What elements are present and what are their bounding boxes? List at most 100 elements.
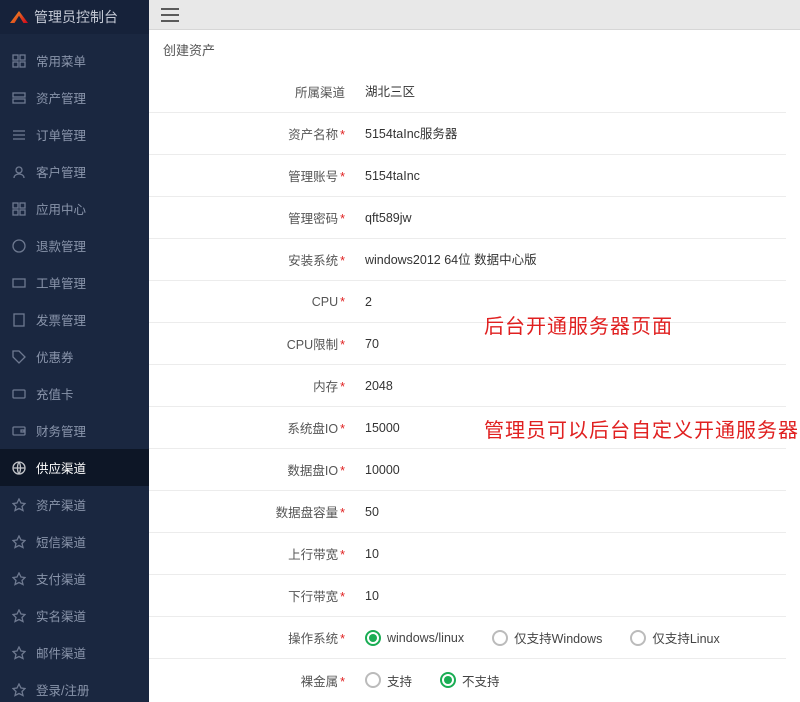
sidebar-item-label: 资产渠道: [36, 495, 86, 514]
row-install_system: 安装系统*: [149, 239, 786, 281]
sidebar-item-8[interactable]: 优惠券: [0, 338, 149, 375]
sidebar-item-label: 优惠券: [36, 347, 74, 366]
tag-icon: [12, 350, 26, 364]
label-install_system: 安装系统*: [149, 250, 359, 269]
globe-icon: [12, 461, 26, 475]
row-cpu: CPU*: [149, 281, 786, 323]
sidebar-nav: 常用菜单资产管理订单管理客户管理应用中心退款管理工单管理发票管理优惠券充值卡财务…: [0, 34, 149, 702]
sidebar-item-label: 资产管理: [36, 88, 86, 107]
content: 创建资产 所属渠道资产名称*管理账号*管理密码*安装系统*CPU*CPU限制*内…: [149, 30, 800, 702]
radio-icon: [440, 672, 456, 688]
create-asset-form: 所属渠道资产名称*管理账号*管理密码*安装系统*CPU*CPU限制*内存*系统盘…: [149, 71, 800, 702]
sidebar-item-label: 应用中心: [36, 199, 86, 218]
input-memory[interactable]: [365, 379, 780, 393]
sidebar-item-13[interactable]: 短信渠道: [0, 523, 149, 560]
input-install_system[interactable]: [365, 252, 780, 266]
input-admin_account[interactable]: [365, 169, 780, 183]
input-admin_password[interactable]: [365, 211, 780, 225]
users-icon: [12, 165, 26, 179]
label-channel: 所属渠道: [149, 82, 359, 101]
label-sys_disk_io: 系统盘IO*: [149, 418, 359, 437]
list-icon: [12, 128, 26, 142]
app-title: 管理员控制台: [34, 7, 118, 27]
sidebar-item-11[interactable]: 供应渠道: [0, 449, 149, 486]
sidebar-item-label: 订单管理: [36, 125, 86, 144]
row-data_disk_io: 数据盘IO*: [149, 449, 786, 491]
input-data_disk_cap[interactable]: [365, 505, 780, 519]
radio-bare_metal-0[interactable]: 支持: [365, 671, 412, 690]
star-icon: [12, 609, 26, 623]
row-os_support: 操作系统* windows/linux 仅支持Windows 仅支持Linux: [149, 617, 786, 659]
input-cpu_limit[interactable]: [365, 337, 780, 351]
sidebar-item-label: 实名渠道: [36, 606, 86, 625]
input-channel[interactable]: [365, 84, 780, 98]
radio-icon: [365, 630, 381, 646]
input-up_bandwidth[interactable]: [365, 547, 780, 561]
coin-icon: [12, 239, 26, 253]
row-asset_name: 资产名称*: [149, 113, 786, 155]
invoice-icon: [12, 313, 26, 327]
logo-icon: [10, 11, 28, 23]
dashboard-icon: [12, 54, 26, 68]
sidebar-item-17[interactable]: 登录/注册: [0, 671, 149, 702]
sidebar-item-2[interactable]: 订单管理: [0, 116, 149, 153]
row-bare_metal: 裸金属*支持不支持: [149, 659, 786, 701]
input-sys_disk_io[interactable]: [365, 421, 780, 435]
star-icon: [12, 572, 26, 586]
topbar: [149, 0, 800, 30]
star-icon: [12, 498, 26, 512]
sidebar-item-16[interactable]: 邮件渠道: [0, 634, 149, 671]
label-down_bandwidth: 下行带宽*: [149, 586, 359, 605]
row-admin_password: 管理密码*: [149, 197, 786, 239]
row-memory: 内存*: [149, 365, 786, 407]
radio-icon: [492, 630, 508, 646]
label-cpu_limit: CPU限制*: [149, 334, 359, 353]
server-icon: [12, 91, 26, 105]
row-sys_disk_io: 系统盘IO*: [149, 407, 786, 449]
input-down_bandwidth[interactable]: [365, 589, 780, 603]
sidebar-item-6[interactable]: 工单管理: [0, 264, 149, 301]
radio-os_support-1[interactable]: 仅支持Windows: [492, 628, 602, 647]
sidebar-item-14[interactable]: 支付渠道: [0, 560, 149, 597]
sidebar-item-10[interactable]: 财务管理: [0, 412, 149, 449]
row-data_disk_cap: 数据盘容量*: [149, 491, 786, 533]
grid-icon: [12, 202, 26, 216]
sidebar-item-1[interactable]: 资产管理: [0, 79, 149, 116]
radio-label: 不支持: [462, 671, 500, 690]
radio-os_support-2[interactable]: 仅支持Linux: [630, 628, 719, 647]
sidebar-item-label: 邮件渠道: [36, 643, 86, 662]
radio-os_support-0[interactable]: windows/linux: [365, 630, 464, 646]
sidebar-item-3[interactable]: 客户管理: [0, 153, 149, 190]
label-asset_name: 资产名称*: [149, 124, 359, 143]
label-os_support: 操作系统*: [149, 628, 359, 647]
sidebar-item-5[interactable]: 退款管理: [0, 227, 149, 264]
radio-label: 仅支持Linux: [652, 628, 719, 647]
radio-label: 支持: [387, 671, 412, 690]
radio-icon: [365, 672, 381, 688]
sidebar-item-4[interactable]: 应用中心: [0, 190, 149, 227]
menu-toggle-icon[interactable]: [161, 8, 179, 22]
sidebar-item-7[interactable]: 发票管理: [0, 301, 149, 338]
ticket-icon: [12, 276, 26, 290]
sidebar-item-label: 客户管理: [36, 162, 86, 181]
radio-label: windows/linux: [387, 631, 464, 645]
wallet-icon: [12, 424, 26, 438]
sidebar-item-label: 充值卡: [36, 384, 74, 403]
label-admin_password: 管理密码*: [149, 208, 359, 227]
page-title: 创建资产: [149, 30, 800, 71]
input-asset_name[interactable]: [365, 126, 780, 140]
sidebar-item-12[interactable]: 资产渠道: [0, 486, 149, 523]
radio-bare_metal-1[interactable]: 不支持: [440, 671, 500, 690]
row-cpu_limit: CPU限制*: [149, 323, 786, 365]
input-data_disk_io[interactable]: [365, 463, 780, 477]
sidebar-item-0[interactable]: 常用菜单: [0, 42, 149, 79]
label-up_bandwidth: 上行带宽*: [149, 544, 359, 563]
label-data_disk_cap: 数据盘容量*: [149, 502, 359, 521]
star-icon: [12, 646, 26, 660]
sidebar-item-label: 发票管理: [36, 310, 86, 329]
star-icon: [12, 683, 26, 697]
radio-label: 仅支持Windows: [514, 628, 602, 647]
input-cpu[interactable]: [365, 295, 780, 309]
sidebar-item-9[interactable]: 充值卡: [0, 375, 149, 412]
sidebar-item-15[interactable]: 实名渠道: [0, 597, 149, 634]
